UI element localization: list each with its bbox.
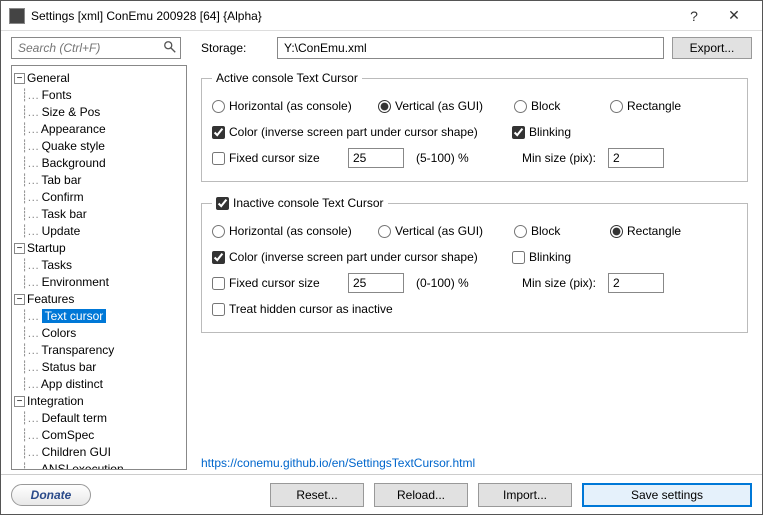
inactive-fixed-check[interactable]: Fixed cursor size — [212, 276, 342, 290]
close-button[interactable]: ✕ — [714, 7, 754, 24]
active-minsize-input[interactable] — [608, 148, 664, 168]
active-horiz-radio[interactable]: Horizontal (as console) — [212, 99, 372, 113]
active-legend: Active console Text Cursor — [212, 71, 362, 85]
active-minsize-label: Min size (pix): — [506, 151, 602, 165]
tree-integration[interactable]: Integration — [27, 394, 84, 408]
inactive-horiz-radio[interactable]: Horizontal (as console) — [212, 224, 372, 238]
tree-taskbar[interactable]: Task bar — [41, 207, 86, 221]
inactive-enable-check[interactable]: Inactive console Text Cursor — [216, 196, 384, 210]
help-button[interactable]: ? — [674, 8, 714, 24]
tree-statusbar[interactable]: Status bar — [42, 360, 97, 374]
inactive-treat-check[interactable]: Treat hidden cursor as inactive — [212, 302, 393, 316]
settings-tree[interactable]: −General ┊… Fonts ┊… Size & Pos ┊… Appea… — [11, 65, 187, 470]
tree-confirm[interactable]: Confirm — [42, 190, 84, 204]
tree-transparency[interactable]: Transparency — [41, 343, 114, 357]
inactive-rect-radio[interactable]: Rectangle — [610, 224, 681, 238]
active-fixed-check[interactable]: Fixed cursor size — [212, 151, 342, 165]
search-wrap — [11, 37, 181, 59]
inactive-range-label: (0-100) % — [410, 276, 500, 290]
storage-input[interactable] — [277, 37, 664, 59]
inactive-group: Inactive console Text Cursor Horizontal … — [201, 196, 748, 333]
tree-general[interactable]: General — [27, 71, 70, 85]
titlebar: Settings [xml] ConEmu 200928 [64] {Alpha… — [1, 1, 762, 31]
tree-colors[interactable]: Colors — [42, 326, 77, 340]
inactive-fixed-input[interactable] — [348, 273, 404, 293]
export-button[interactable]: Export... — [672, 37, 752, 59]
active-fixed-input[interactable] — [348, 148, 404, 168]
help-link[interactable]: https://conemu.github.io/en/SettingsText… — [201, 456, 475, 470]
active-group: Active console Text Cursor Horizontal (a… — [201, 71, 748, 182]
tree-sizepos[interactable]: Size & Pos — [42, 105, 101, 119]
collapse-icon[interactable]: − — [14, 243, 25, 254]
tree-background[interactable]: Background — [42, 156, 106, 170]
inactive-block-radio[interactable]: Block — [514, 224, 604, 238]
tree-update[interactable]: Update — [42, 224, 81, 238]
import-button[interactable]: Import... — [478, 483, 572, 507]
inactive-minsize-label: Min size (pix): — [506, 276, 602, 290]
inactive-vert-radio[interactable]: Vertical (as GUI) — [378, 224, 508, 238]
inactive-blinking-check[interactable]: Blinking — [512, 250, 571, 264]
tree-fonts[interactable]: Fonts — [42, 88, 72, 102]
window-title: Settings [xml] ConEmu 200928 [64] {Alpha… — [31, 9, 674, 23]
tree-appearance[interactable]: Appearance — [41, 122, 106, 136]
inactive-color-check[interactable]: Color (inverse screen part under cursor … — [212, 250, 506, 264]
active-block-radio[interactable]: Block — [514, 99, 604, 113]
active-rect-radio[interactable]: Rectangle — [610, 99, 681, 113]
active-range-label: (5-100) % — [410, 151, 500, 165]
search-icon[interactable] — [163, 40, 177, 54]
top-row: Storage: Export... — [1, 31, 762, 65]
tree-environment[interactable]: Environment — [42, 275, 109, 289]
tree-text-cursor[interactable]: Text cursor — [42, 309, 107, 323]
donate-button[interactable]: Donate — [11, 484, 91, 506]
active-blinking-check[interactable]: Blinking — [512, 125, 571, 139]
content-pane: Active console Text Cursor Horizontal (a… — [187, 65, 762, 474]
tree-comspec[interactable]: ComSpec — [42, 428, 95, 442]
tree-ansi[interactable]: ANSI execution — [41, 462, 124, 470]
app-icon — [9, 8, 25, 24]
tree-defaultterm[interactable]: Default term — [42, 411, 107, 425]
reload-button[interactable]: Reload... — [374, 483, 468, 507]
active-color-check[interactable]: Color (inverse screen part under cursor … — [212, 125, 506, 139]
search-input[interactable] — [11, 37, 181, 59]
collapse-icon[interactable]: − — [14, 294, 25, 305]
storage-label: Storage: — [189, 41, 269, 55]
tree-startup[interactable]: Startup — [27, 241, 66, 255]
tree-appdistinct[interactable]: App distinct — [41, 377, 103, 391]
tree-quake[interactable]: Quake style — [42, 139, 105, 153]
reset-button[interactable]: Reset... — [270, 483, 364, 507]
collapse-icon[interactable]: − — [14, 396, 25, 407]
tree-tasks[interactable]: Tasks — [41, 258, 72, 272]
tree-tabbar[interactable]: Tab bar — [41, 173, 81, 187]
inactive-minsize-input[interactable] — [608, 273, 664, 293]
active-vert-radio[interactable]: Vertical (as GUI) — [378, 99, 508, 113]
collapse-icon[interactable]: − — [14, 73, 25, 84]
tree-childrengui[interactable]: Children GUI — [42, 445, 111, 459]
save-button[interactable]: Save settings — [582, 483, 752, 507]
footer: Donate Reset... Reload... Import... Save… — [1, 474, 762, 514]
tree-features[interactable]: Features — [27, 292, 74, 306]
